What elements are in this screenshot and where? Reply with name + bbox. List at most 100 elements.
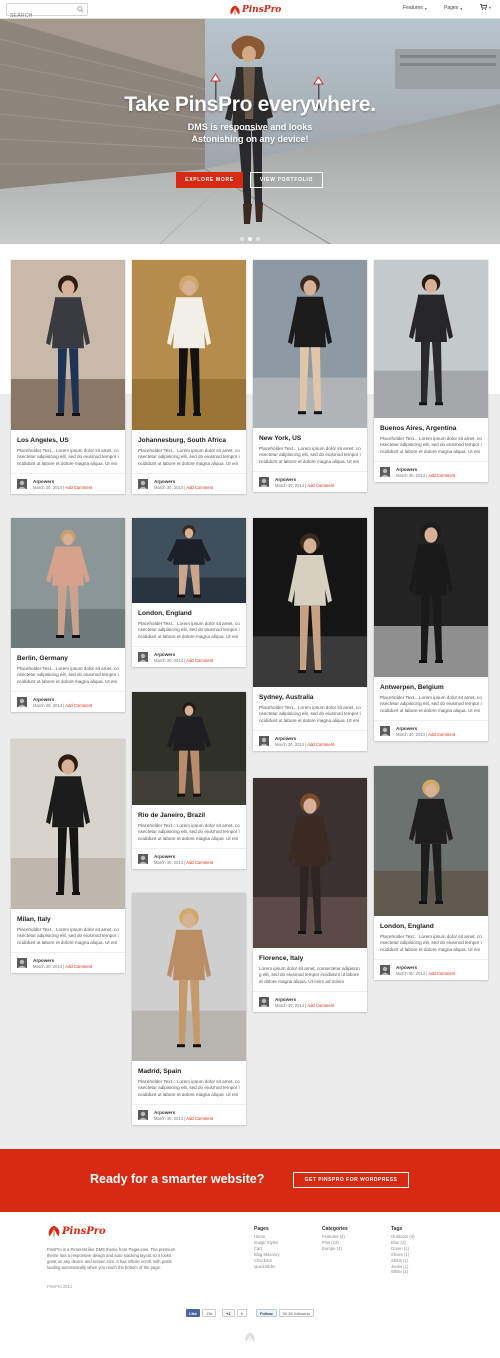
add-comment-link[interactable]: Add Comment [186, 860, 213, 865]
nav-cart-menu[interactable]: ▾ [480, 4, 491, 10]
pin-photo[interactable] [253, 260, 367, 428]
pin-card[interactable]: New York, US Placeholder Text... Lorem i… [253, 260, 367, 492]
twitter-follow-button[interactable]: Follow [256, 1309, 277, 1317]
pin-author[interactable]: Arpowers [154, 854, 175, 859]
pin-card[interactable]: Los Angeles, US Placeholder Text... Lore… [11, 260, 125, 494]
avatar[interactable] [380, 965, 390, 975]
add-comment-link[interactable]: Add Comment [428, 473, 455, 478]
slider-dot[interactable] [248, 237, 252, 241]
gplus-button[interactable]: +1 [222, 1309, 235, 1317]
pin-author[interactable]: Arpowers [396, 965, 417, 970]
footer-logo[interactable]: PinsPro [47, 1225, 106, 1238]
pin-author[interactable]: Arpowers [154, 1110, 175, 1115]
avatar[interactable] [17, 479, 27, 489]
pin-card[interactable]: Johannesburg, South Africa Placeholder T… [132, 260, 246, 494]
search-input[interactable] [7, 10, 73, 22]
pin-photo[interactable] [11, 260, 125, 430]
pin-author[interactable]: Arpowers [154, 479, 175, 484]
pin-photo[interactable] [374, 507, 488, 677]
pin-author[interactable]: Arpowers [396, 467, 417, 472]
pin-location-title[interactable]: Johannesburg, South Africa [138, 436, 240, 445]
site-logo[interactable]: PinsPro [229, 4, 281, 16]
get-pinspro-button[interactable]: GET PINSPRO FOR WORDPRESS [293, 1172, 409, 1188]
add-comment-link[interactable]: Add Comment [428, 971, 455, 976]
avatar[interactable] [259, 997, 269, 1007]
pin-card[interactable]: Florence, Italy Lorem ipsum dolor sit am… [253, 778, 367, 1012]
pin-author[interactable]: Arpowers [275, 736, 296, 741]
avatar[interactable] [380, 467, 390, 477]
explore-more-button[interactable]: EXPLORE MORE [176, 172, 243, 188]
pin-location-title[interactable]: London, England [138, 609, 240, 618]
nav-pages-menu[interactable]: Pages ▾ [444, 5, 462, 11]
pin-author[interactable]: Arpowers [33, 479, 54, 484]
pin-location-title[interactable]: Milan, Italy [17, 915, 119, 924]
slider-dot[interactable] [240, 237, 244, 241]
add-comment-link[interactable]: Add Comment [307, 742, 334, 747]
avatar[interactable] [138, 854, 148, 864]
pin-card[interactable]: Antwerpen, Belgium Placeholder Text... L… [374, 507, 488, 741]
pin-card[interactable]: Rio de Janeiro, Brazil Placeholder Text.… [132, 692, 246, 869]
add-comment-link[interactable]: Add Comment [428, 732, 455, 737]
add-comment-link[interactable]: Add Comment [307, 1003, 334, 1008]
pin-card[interactable]: London, England Placeholder Text... Lore… [374, 766, 488, 980]
search-box[interactable] [6, 3, 88, 22]
footer-page-link[interactable]: Blog Masonry [254, 1252, 280, 1258]
pin-author[interactable]: Arpowers [396, 726, 417, 731]
avatar[interactable] [259, 736, 269, 746]
avatar[interactable] [138, 479, 148, 489]
pin-location-title[interactable]: London, England [380, 922, 482, 931]
footer-page-link[interactable]: QuickSlider [254, 1264, 280, 1270]
pin-location-title[interactable]: New York, US [259, 434, 361, 443]
footer-category-link[interactable]: Europe (4) [322, 1246, 348, 1252]
pin-location-title[interactable]: Los Angeles, US [17, 436, 119, 445]
add-comment-link[interactable]: Add Comment [65, 703, 92, 708]
view-portfolio-button[interactable]: VIEW PORTFOLIO [250, 172, 323, 188]
avatar[interactable] [380, 726, 390, 736]
pin-author[interactable]: Arpowers [275, 997, 296, 1002]
pin-location-title[interactable]: Antwerpen, Belgium [380, 683, 482, 692]
nav-features-menu[interactable]: Features ▾ [403, 5, 427, 11]
pin-photo[interactable] [132, 518, 246, 603]
pin-location-title[interactable]: Sydney, Australia [259, 693, 361, 702]
add-comment-link[interactable]: Add Comment [65, 964, 92, 969]
search-icon[interactable] [77, 6, 84, 13]
pin-photo[interactable] [374, 766, 488, 916]
avatar[interactable] [17, 697, 27, 707]
add-comment-link[interactable]: Add Comment [186, 1116, 213, 1121]
pin-card[interactable]: Madrid, Spain Placeholder Text... Lorem … [132, 893, 246, 1125]
pin-author[interactable]: Arpowers [33, 697, 54, 702]
avatar[interactable] [138, 1110, 148, 1120]
pin-author[interactable]: Arpowers [275, 477, 296, 482]
pin-card[interactable]: Sydney, Australia Placeholder Text... Lo… [253, 518, 367, 751]
add-comment-link[interactable]: Add Comment [186, 485, 213, 490]
footer-page-link[interactable]: Image Styles [254, 1240, 280, 1246]
pin-location-title[interactable]: Berlin, Germany [17, 654, 119, 663]
pin-photo[interactable] [253, 778, 367, 948]
pin-photo[interactable] [132, 692, 246, 805]
add-comment-link[interactable]: Add Comment [186, 658, 213, 663]
pin-author[interactable]: Arpowers [33, 958, 54, 963]
pin-location-title[interactable]: Florence, Italy [259, 954, 361, 963]
pin-location-title[interactable]: Buenos Aires, Argentina [380, 424, 482, 433]
pin-author[interactable]: Arpowers [154, 652, 175, 657]
pin-card[interactable]: Milan, Italy Placeholder Text... Lorem i… [11, 739, 125, 973]
pin-location-title[interactable]: Madrid, Spain [138, 1067, 240, 1076]
footer-tag-link[interactable]: White (1) [391, 1269, 415, 1275]
pin-photo[interactable] [132, 260, 246, 430]
avatar[interactable] [17, 958, 27, 968]
avatar[interactable] [259, 477, 269, 487]
pin-card[interactable]: Berlin, Germany Placeholder Text... Lore… [11, 518, 125, 712]
pin-location-title[interactable]: Rio de Janeiro, Brazil [138, 811, 240, 820]
pin-photo[interactable] [132, 893, 246, 1061]
pin-photo[interactable] [11, 739, 125, 909]
add-comment-link[interactable]: Add Comment [65, 485, 92, 490]
avatar[interactable] [138, 652, 148, 662]
pin-photo[interactable] [253, 518, 367, 687]
pin-photo[interactable] [374, 260, 488, 418]
pin-card[interactable]: London, England Placeholder Text... Lore… [132, 518, 246, 667]
add-comment-link[interactable]: Add Comment [307, 483, 334, 488]
pin-photo[interactable] [11, 518, 125, 648]
pin-card[interactable]: Buenos Aires, Argentina Placeholder Text… [374, 260, 488, 482]
facebook-like-button[interactable]: Like [186, 1309, 201, 1317]
slider-dot[interactable] [256, 237, 260, 241]
